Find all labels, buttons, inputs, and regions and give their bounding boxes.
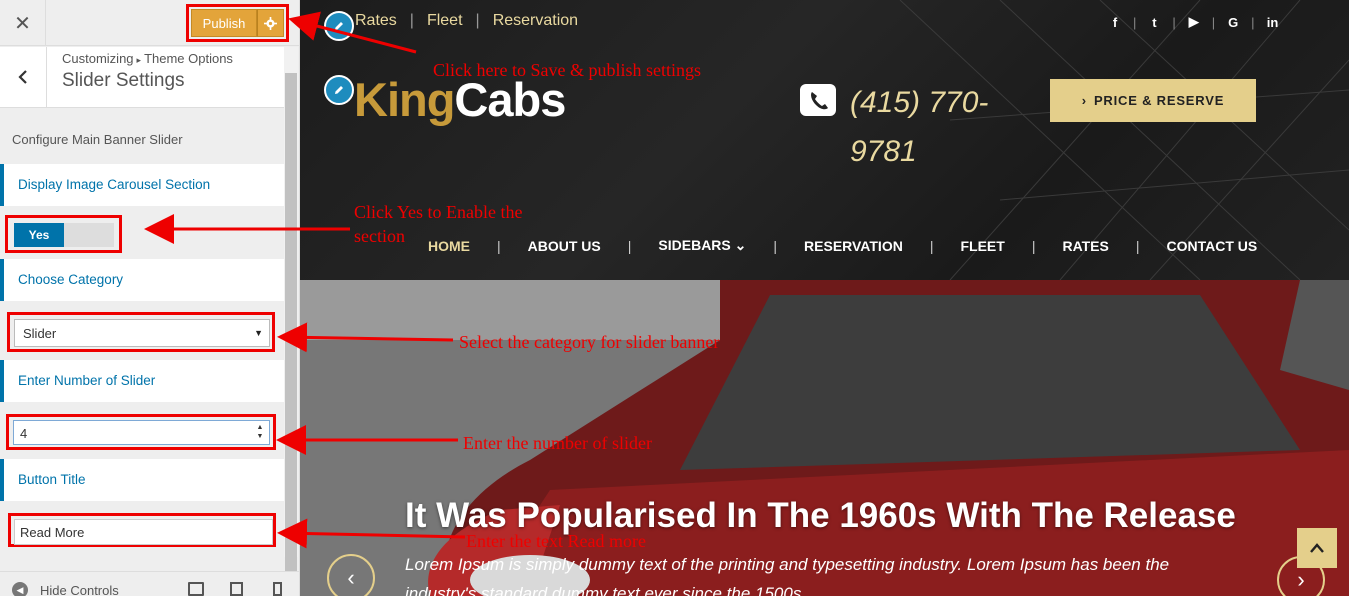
slider-count-value: 4 <box>20 426 28 441</box>
spinner-arrows-icon[interactable]: ▲ ▼ <box>254 423 266 442</box>
hero-car-image <box>300 280 1349 596</box>
divider <box>0 107 284 108</box>
section-header: Customizing ▸ Theme Options Slider Setting… <box>47 47 284 107</box>
publish-highlight-box: Publish <box>186 4 289 42</box>
social-links: f | t | ▶ | G | in <box>1108 14 1280 30</box>
back-button[interactable] <box>0 47 47 107</box>
desktop-preview-icon[interactable] <box>188 582 204 596</box>
category-select-value: Slider <box>23 326 57 341</box>
dropdown-arrow-icon: ▼ <box>254 328 263 338</box>
nav-fleet[interactable]: FLEET <box>960 238 1004 254</box>
tablet-preview-icon[interactable] <box>230 582 243 596</box>
phone-icon <box>800 84 836 116</box>
section-description: Configure Main Banner Slider <box>12 132 183 147</box>
annotation-category: Select the category for slider banner <box>459 332 720 352</box>
nav-contact-us[interactable]: CONTACT US <box>1167 238 1258 254</box>
annotation-text: Enter the text Read more <box>466 531 646 551</box>
edit-shortcut-icon[interactable] <box>324 11 354 41</box>
section-title: Slider Settings <box>62 70 185 91</box>
close-icon[interactable]: ✕ <box>0 0 46 46</box>
customizer-footer: ◀ Hide Controls <box>0 571 299 596</box>
nav-sidebars[interactable]: SIDEBARS ⌄ <box>658 237 746 254</box>
hero-text: Lorem Ipsum is simply dummy text of the … <box>405 555 1170 596</box>
button-title-input[interactable]: Read More <box>14 519 273 545</box>
category-select[interactable]: Slider ▼ <box>14 319 270 347</box>
annotation-enable-line1: Click Yes to Enable the <box>354 202 523 222</box>
chevron-left-icon <box>18 70 27 84</box>
hero-slider: It Was Popularised In The 1960s With The… <box>300 280 1349 596</box>
youtube-icon[interactable]: ▶ <box>1187 14 1201 30</box>
back-to-top-button[interactable] <box>1297 528 1337 568</box>
hide-controls-button[interactable]: ◀ Hide Controls <box>12 582 119 596</box>
mobile-preview-icon[interactable] <box>273 582 282 596</box>
category-control-label: Choose Category <box>0 259 284 301</box>
button-title-value: Read More <box>20 525 85 540</box>
linkedin-icon[interactable]: in <box>1266 15 1280 30</box>
button-title-control-label: Button Title <box>0 459 284 501</box>
nav-separator: | <box>1251 14 1255 30</box>
toggle-yes-label: Yes <box>14 223 64 247</box>
top-nav: Rates | Fleet | Reservation <box>355 12 578 30</box>
site-preview: Rates | Fleet | Reservation f | t | ▶ | … <box>300 0 1349 596</box>
carousel-toggle[interactable]: Yes <box>14 223 114 247</box>
slider-count-input[interactable]: 4 ▲ ▼ <box>13 420 270 445</box>
nav-separator: | <box>1211 14 1216 30</box>
google-icon[interactable]: G <box>1226 15 1240 30</box>
nav-separator: | <box>773 237 778 254</box>
price-reserve-button[interactable]: › PRICE & RESERVE <box>1050 79 1256 122</box>
phone-number[interactable]: (415) 770-9781 <box>850 78 1030 176</box>
nav-about-us[interactable]: ABOUT US <box>528 238 601 254</box>
nav-separator: | <box>1031 237 1036 254</box>
nav-home[interactable]: HOME <box>428 238 470 254</box>
collapse-icon: ◀ <box>12 582 28 596</box>
chevron-up-icon <box>1310 543 1324 553</box>
main-nav: HOME | ABOUT US | SIDEBARS ⌄ | RESERVATI… <box>428 237 1257 254</box>
nav-rates[interactable]: RATES <box>1062 238 1108 254</box>
top-nav-fleet[interactable]: Fleet <box>427 12 463 30</box>
nav-separator: | <box>409 12 414 29</box>
carousel-control-label: Display Image Carousel Section <box>0 164 284 206</box>
edit-shortcut-icon[interactable] <box>324 75 354 105</box>
facebook-icon[interactable]: f <box>1108 15 1122 30</box>
button-title-highlight-box: Read More <box>8 513 276 547</box>
annotation-number: Enter the number of slider <box>463 433 652 453</box>
breadcrumb-separator-icon: ▸ <box>136 55 142 65</box>
breadcrumb-parent: Theme Options <box>144 51 233 66</box>
hide-controls-label: Hide Controls <box>40 582 119 596</box>
slider-prev-button[interactable]: ‹ <box>327 554 375 596</box>
top-nav-reservation[interactable]: Reservation <box>493 12 578 30</box>
number-highlight-box: 4 ▲ ▼ <box>6 414 276 450</box>
chevron-down-icon: ⌄ <box>734 237 747 253</box>
nav-separator: | <box>1133 14 1137 30</box>
nav-separator: | <box>627 237 632 254</box>
nav-separator: | <box>1172 14 1176 30</box>
publish-button[interactable]: Publish <box>191 9 257 37</box>
customizer-sidebar: ✕ Publish Customizing ▸ Theme Options Slid… <box>0 0 300 596</box>
nav-sidebars-label: SIDEBARS <box>658 237 731 253</box>
nav-separator: | <box>1135 237 1140 254</box>
twitter-icon[interactable]: t <box>1147 15 1161 30</box>
nav-separator: | <box>497 237 501 254</box>
toggle-highlight-box: Yes <box>5 215 122 253</box>
nav-separator: | <box>929 237 934 254</box>
scrollbar-thumb[interactable] <box>285 73 297 596</box>
number-control-label: Enter Number of Slider <box>0 360 284 402</box>
nav-reservation[interactable]: RESERVATION <box>804 238 903 254</box>
annotation-enable-line2: section <box>354 226 405 246</box>
breadcrumb-root: Customizing <box>62 51 134 66</box>
hero-title: It Was Popularised In The 1960s With The… <box>405 496 1236 535</box>
gear-icon[interactable] <box>257 9 284 37</box>
chevron-right-icon: › <box>1297 567 1305 592</box>
breadcrumb: Customizing ▸ Theme Options <box>62 51 284 66</box>
customizer-topbar: ✕ Publish <box>0 0 299 46</box>
nav-separator: | <box>475 12 480 29</box>
annotation-publish: Click here to Save & publish settings <box>433 60 701 80</box>
chevron-right-icon: › <box>1081 93 1087 108</box>
price-reserve-label: PRICE & RESERVE <box>1093 93 1225 108</box>
top-nav-rates[interactable]: Rates <box>355 12 397 30</box>
category-highlight-box: Slider ▼ <box>7 312 275 352</box>
chevron-left-icon: ‹ <box>347 565 355 590</box>
scrollbar[interactable] <box>284 47 298 596</box>
